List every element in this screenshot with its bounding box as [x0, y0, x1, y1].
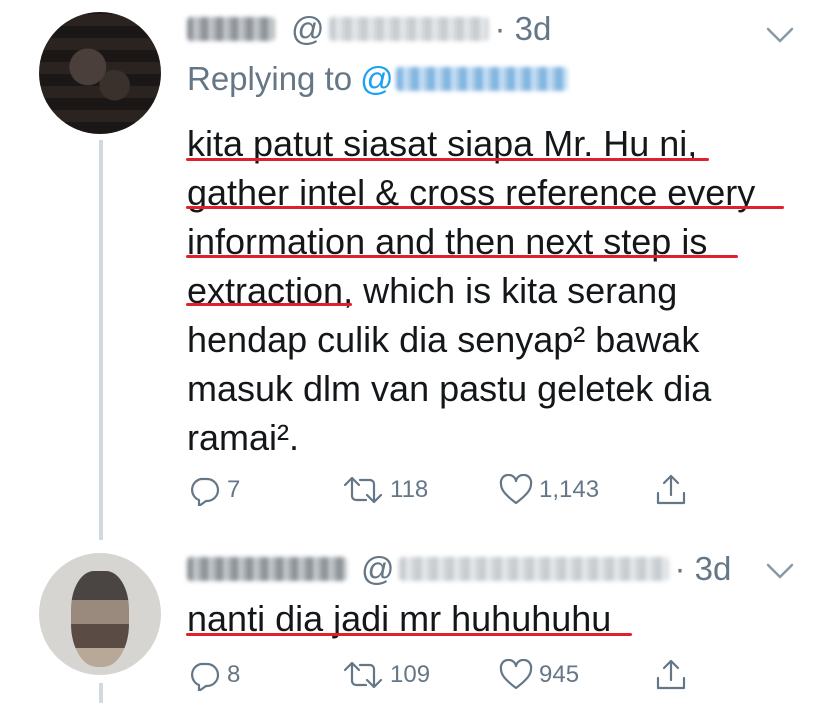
thread-line: [99, 683, 103, 703]
tweet-line-2: gather intel & cross reference every: [187, 172, 756, 213]
red-underline: [186, 206, 784, 209]
like-icon: [499, 659, 533, 690]
share-icon: [656, 474, 686, 505]
share-button[interactable]: [655, 470, 687, 510]
red-underline: [186, 303, 352, 306]
red-underline: [186, 158, 709, 161]
avatar[interactable]: [39, 12, 161, 134]
like-button[interactable]: 1,143: [499, 470, 599, 510]
reply-count: 7: [227, 476, 241, 503]
tweet-actions: 7 118 1,143: [187, 470, 707, 510]
tweet-line-3: information and then next step is: [187, 221, 708, 262]
handle-blurred[interactable]: [398, 557, 669, 581]
timestamp[interactable]: · 3d: [675, 550, 732, 588]
timestamp[interactable]: · 3d: [495, 10, 552, 48]
thread-line: [99, 140, 103, 540]
like-count: 945: [539, 661, 580, 688]
chevron-down-icon[interactable]: [762, 20, 798, 50]
tweet-header: @ · 3d: [187, 10, 551, 48]
retweet-button[interactable]: 118: [342, 470, 428, 510]
replying-at[interactable]: @: [360, 60, 394, 98]
retweet-icon: [343, 661, 383, 689]
red-underline: [186, 633, 632, 636]
chevron-down-icon[interactable]: [762, 556, 798, 586]
reply-count: 8: [227, 661, 241, 688]
reply-icon: [191, 477, 220, 506]
tweet-line-6: masuk dlm van pastu geletek dia: [187, 368, 712, 409]
retweet-count: 118: [390, 476, 429, 503]
share-button[interactable]: [655, 655, 687, 695]
reply-button[interactable]: 8: [187, 655, 240, 695]
display-name-blurred[interactable]: [187, 557, 347, 581]
like-icon: [499, 474, 533, 505]
retweet-button[interactable]: 109: [342, 655, 430, 695]
retweet-icon: [343, 476, 383, 504]
reply-button[interactable]: 7: [187, 470, 240, 510]
red-underline: [186, 255, 738, 258]
like-button[interactable]: 945: [499, 655, 579, 695]
handle-blurred[interactable]: [328, 17, 489, 41]
share-icon: [656, 659, 686, 690]
tweet-actions: 8 109 945: [187, 655, 707, 695]
reply-icon: [191, 662, 220, 691]
replying-label: Replying to: [187, 60, 353, 97]
tweet-line-5: hendap culik dia senyap² bawak: [187, 319, 700, 360]
tweet-header: @ · 3d: [187, 550, 731, 588]
like-count: 1,143: [539, 476, 600, 503]
replying-handle-blurred[interactable]: [395, 67, 568, 91]
avatar[interactable]: [39, 553, 161, 675]
avatar-face: [71, 571, 129, 667]
retweet-count: 109: [390, 661, 431, 688]
tweet-line-7: ramai².: [187, 417, 300, 458]
handle-at: @: [291, 10, 325, 47]
display-name-blurred[interactable]: [187, 17, 275, 41]
tweet-line-4: extraction, which is kita serang: [187, 270, 678, 311]
handle-at: @: [361, 550, 395, 587]
replying-to: Replying to @: [187, 60, 568, 98]
tweet-text: kita patut siasat siapa Mr. Hu ni, gathe…: [187, 119, 755, 462]
